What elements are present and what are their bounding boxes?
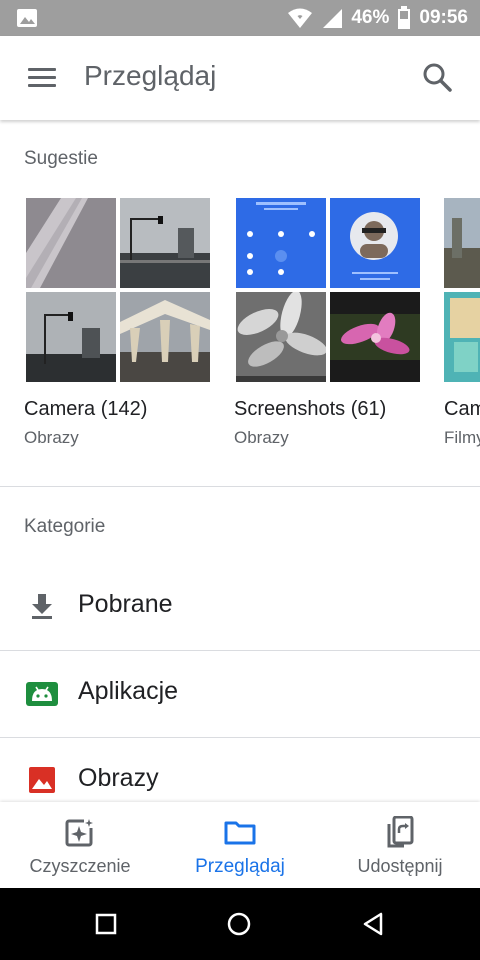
photo-thumbnail — [26, 292, 116, 382]
section-divider — [0, 486, 480, 487]
image-notification-icon — [17, 9, 37, 27]
photo-thumbnail — [120, 292, 210, 382]
signal-icon — [323, 9, 343, 28]
download-icon — [32, 594, 52, 619]
album-card-videos[interactable]: Cam Filmy — [444, 198, 480, 458]
nav-clean[interactable]: Czyszczenie — [0, 802, 160, 888]
category-label: Pobrane — [78, 590, 173, 618]
wifi-icon — [288, 8, 313, 28]
battery-icon — [398, 6, 411, 29]
screenshot-thumbnail — [236, 198, 326, 288]
page-title: Przeglądaj — [84, 60, 217, 91]
album-name: Screenshots (61) — [234, 398, 387, 420]
categories-heading: Kategorie — [24, 516, 106, 537]
album-type: Obrazy — [24, 428, 79, 447]
battery-percent: 46% — [351, 7, 390, 28]
android-icon — [26, 682, 58, 706]
album-card-camera[interactable]: Camera (142) Obrazy — [24, 198, 210, 447]
photo-thumbnail — [120, 198, 210, 288]
album-type: Obrazy — [234, 428, 289, 447]
category-apps[interactable]: Aplikacje — [0, 651, 480, 737]
category-label: Aplikacje — [78, 677, 179, 705]
album-thumbnails — [444, 198, 480, 382]
search-icon[interactable] — [420, 60, 456, 96]
folder-icon — [224, 821, 256, 845]
screenshot-thumbnail — [330, 198, 420, 288]
nav-browse[interactable]: Przeglądaj — [160, 802, 320, 888]
category-label: Obrazy — [78, 764, 159, 792]
bottom-navigation: Czyszczenie Przeglądaj Udostępnij — [0, 802, 480, 888]
video-thumbnail — [444, 198, 480, 288]
suggestions-heading: Sugestie — [24, 148, 98, 169]
nav-label: Udostępnij — [357, 856, 443, 876]
nav-share[interactable]: Udostępnij — [320, 802, 480, 888]
home-circle-icon[interactable] — [221, 906, 257, 942]
video-thumbnail — [444, 292, 480, 382]
status-time: 09:56 — [419, 7, 468, 28]
image-icon — [29, 767, 55, 793]
photo-thumbnail — [26, 198, 116, 288]
share-device-icon — [387, 816, 414, 848]
screenshot-thumbnail — [236, 292, 326, 382]
album-name: Cam — [444, 398, 480, 420]
recents-square-icon[interactable] — [88, 906, 124, 942]
clean-sparkle-icon — [65, 818, 96, 847]
status-bar: 46% 09:56 — [0, 0, 480, 36]
album-type: Filmy — [444, 428, 480, 447]
nav-label: Czyszczenie — [29, 856, 131, 876]
back-triangle-icon[interactable] — [355, 906, 391, 942]
album-thumbnails — [26, 198, 210, 382]
nav-label: Przeglądaj — [195, 856, 285, 877]
screenshot-thumbnail — [330, 292, 420, 382]
album-thumbnails — [236, 198, 420, 382]
system-navigation-bar — [0, 888, 480, 960]
album-name: Camera (142) — [24, 398, 148, 420]
app-bar: Przeglądaj — [0, 36, 480, 120]
category-downloads[interactable]: Pobrane — [0, 564, 480, 650]
album-card-screenshots[interactable]: Screenshots (61) Obrazy — [234, 198, 420, 447]
menu-button[interactable] — [22, 62, 62, 94]
